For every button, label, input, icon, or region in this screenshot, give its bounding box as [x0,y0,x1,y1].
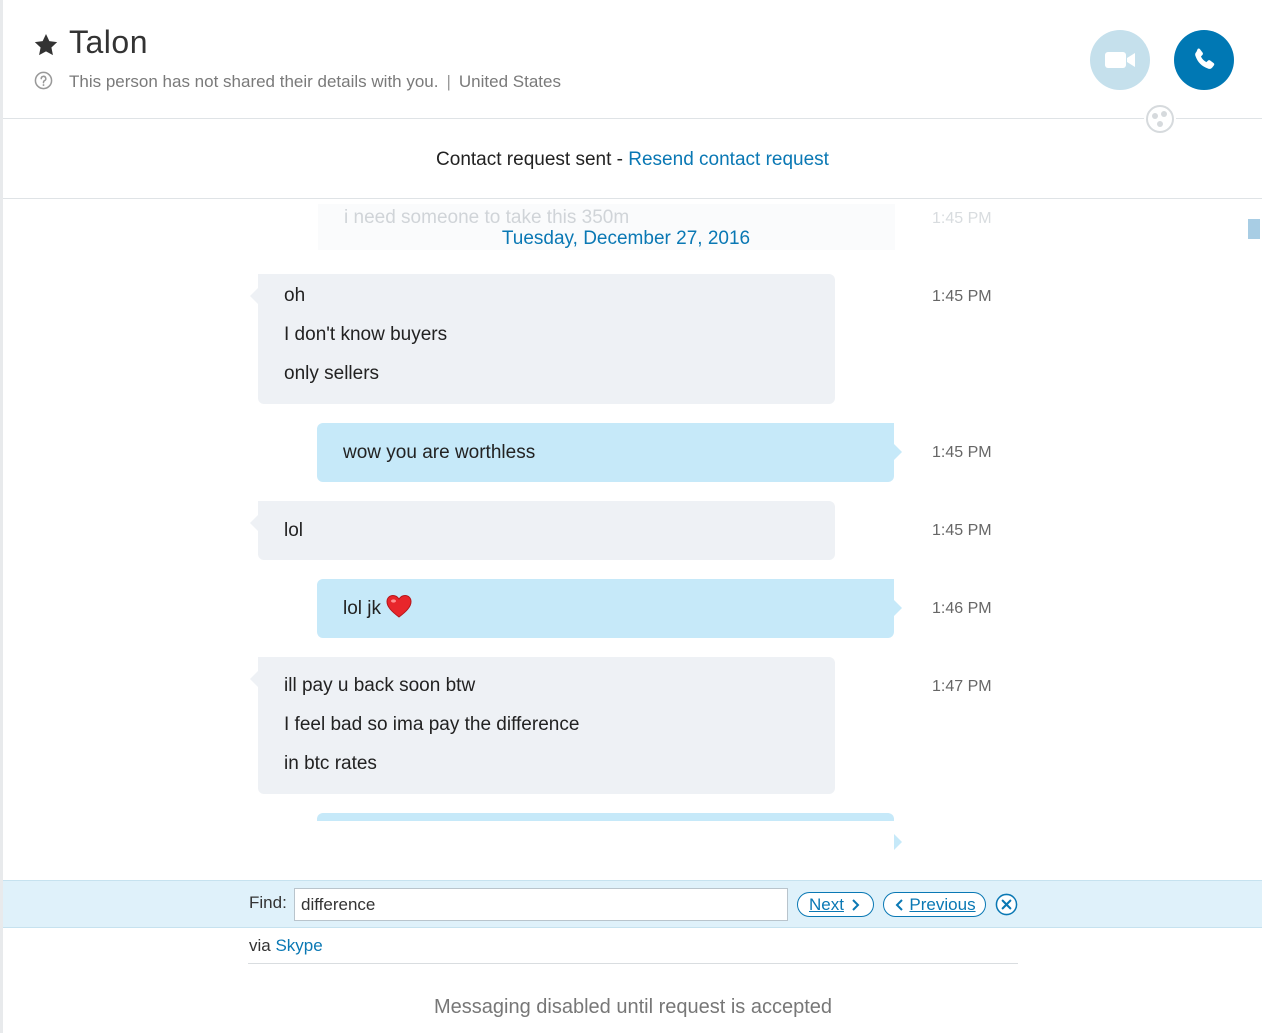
phone-icon [1195,48,1215,69]
message-timestamp: 1:47 PM [932,678,992,695]
message-bubble-incoming[interactable]: lol [250,501,835,560]
messaging-disabled-notice: Messaging disabled until request is acce… [433,996,833,1018]
conversation-header: Talon This person has not shared their d… [3,0,1262,119]
via-skype-line: via Skype [249,936,323,956]
message-timestamp: 1:46 PM [932,600,992,617]
find-next-button[interactable]: Next [797,892,874,917]
find-input[interactable] [294,888,788,921]
message-bubble-outgoing-partial[interactable] [317,813,902,850]
contact-name[interactable]: Talon [69,24,148,61]
help-circle-icon [34,71,53,90]
audio-call-button[interactable] [1174,30,1234,90]
message-line: I don't know buyers [284,324,448,345]
message-line: lol jk [343,589,868,628]
message-history[interactable]: i need someone to take this 350m 1:45 PM… [3,200,1262,880]
faded-message-text: i need someone to take this 350m [344,207,630,228]
location-text: United States [458,72,561,91]
resend-request-link[interactable]: Resend contact request [628,149,829,170]
contact-details-line: This person has not shared their details… [69,72,561,92]
message-line: only sellers [284,363,380,384]
date-separator: Tuesday, December 27, 2016 [501,228,751,249]
via-text: via [249,936,271,955]
message-bubble-outgoing[interactable]: lol jk [317,579,902,638]
message-timestamp: 1:45 PM [932,522,992,539]
scrollbar-thumb[interactable] [1248,219,1260,239]
message-line: wow you are worthless [343,442,536,463]
message-timestamp: 1:45 PM [932,444,992,461]
separator: | [446,72,451,91]
close-find-icon[interactable] [995,893,1018,916]
message-line: oh [284,285,306,306]
details-text: This person has not shared their details… [69,72,439,91]
message-line: in btc rates [284,753,377,774]
message-bubble-outgoing[interactable]: wow you are worthless [317,423,902,482]
find-next-label: Next [809,894,844,914]
request-status-text: Contact request sent - [436,149,629,170]
skype-link[interactable]: Skype [275,936,322,955]
find-previous-label: Previous [909,894,976,914]
find-label: Find: [249,893,287,912]
faded-message-time: 1:45 PM [932,210,992,227]
message-line: lol [284,520,304,541]
footer-divider [248,963,1018,964]
message-text: lol jk [343,598,382,619]
message-bubble-incoming[interactable]: oh I don't know buyers only sellers [250,274,835,404]
find-previous-button[interactable]: Previous [883,892,986,917]
message-line: I feel bad so ima pay the difference [284,714,580,735]
heart-icon [386,594,412,618]
video-camera-icon [1105,52,1135,68]
chevron-right-icon [852,898,860,911]
message-line: ill pay u back soon btw [284,675,476,696]
star-icon[interactable] [33,32,59,58]
chevron-left-icon [896,898,904,911]
video-call-button[interactable] [1090,30,1150,90]
message-timestamp: 1:45 PM [932,288,992,305]
message-bubble-incoming[interactable]: ill pay u back soon btw I feel bad so im… [250,657,835,794]
find-bar: Find: Next Previous [3,880,1262,928]
contact-request-bar: Contact request sent - Resend contact re… [3,120,1262,199]
